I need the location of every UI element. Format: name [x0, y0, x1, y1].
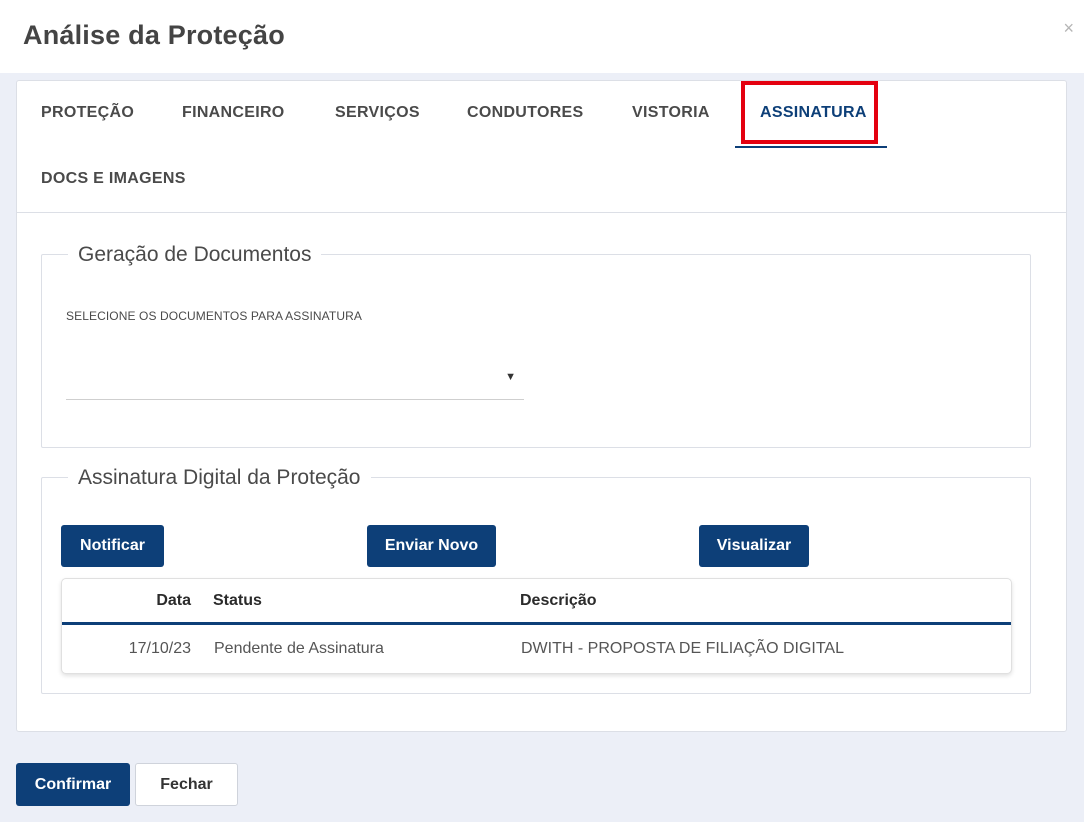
modal-header: Análise da Proteção ×: [0, 0, 1084, 73]
notificar-button[interactable]: Notificar: [61, 525, 164, 567]
column-header-status[interactable]: Status: [213, 592, 262, 610]
tab-docs-imagens[interactable]: DOCS E IMAGENS: [41, 170, 186, 188]
assinatura-digital-section: Assinatura Digital da Proteção Notificar…: [41, 466, 1031, 694]
table-header: Data Status Descrição: [62, 579, 1011, 625]
tab-vistoria[interactable]: VISTORIA: [632, 104, 710, 122]
close-button[interactable]: Fechar: [135, 763, 238, 806]
tab-protecao[interactable]: PROTEÇÃO: [41, 104, 134, 122]
active-tab-indicator: [735, 146, 887, 148]
active-tab-highlight-box: [741, 81, 878, 144]
geracao-documentos-section: Geração de Documentos SELECIONE OS DOCUM…: [41, 243, 1031, 448]
tab-servicos[interactable]: SERVIÇOS: [335, 104, 420, 122]
tab-condutores[interactable]: CONDUTORES: [467, 104, 584, 122]
enviar-novo-button[interactable]: Enviar Novo: [367, 525, 496, 567]
confirm-button[interactable]: Confirmar: [16, 763, 130, 806]
column-header-data[interactable]: Data: [156, 592, 191, 610]
tab-bar: PROTEÇÃO FINANCEIRO SERVIÇOS CONDUTORES …: [17, 81, 1066, 213]
column-header-descricao[interactable]: Descrição: [520, 592, 597, 610]
tab-financeiro[interactable]: FINANCEIRO: [182, 104, 285, 122]
close-icon[interactable]: ×: [1063, 18, 1074, 39]
visualizar-button[interactable]: Visualizar: [699, 525, 809, 567]
cell-data: 17/10/23: [128, 640, 191, 657]
cell-status: Pendente de Assinatura: [214, 640, 384, 657]
select-documents-label: SELECIONE OS DOCUMENTOS PARA ASSINATURA: [66, 309, 362, 323]
chevron-down-icon: ▼: [505, 371, 516, 383]
content-card: PROTEÇÃO FINANCEIRO SERVIÇOS CONDUTORES …: [16, 80, 1067, 732]
assinatura-digital-legend: Assinatura Digital da Proteção: [68, 466, 371, 490]
signatures-table: Data Status Descrição 17/10/23 Pendente …: [61, 578, 1012, 674]
documents-select[interactable]: ▼: [66, 363, 524, 400]
geracao-documentos-legend: Geração de Documentos: [68, 243, 322, 267]
modal-title: Análise da Proteção: [23, 20, 285, 50]
cell-descricao: DWITH - PROPOSTA DE FILIAÇÃO DIGITAL: [521, 640, 844, 657]
